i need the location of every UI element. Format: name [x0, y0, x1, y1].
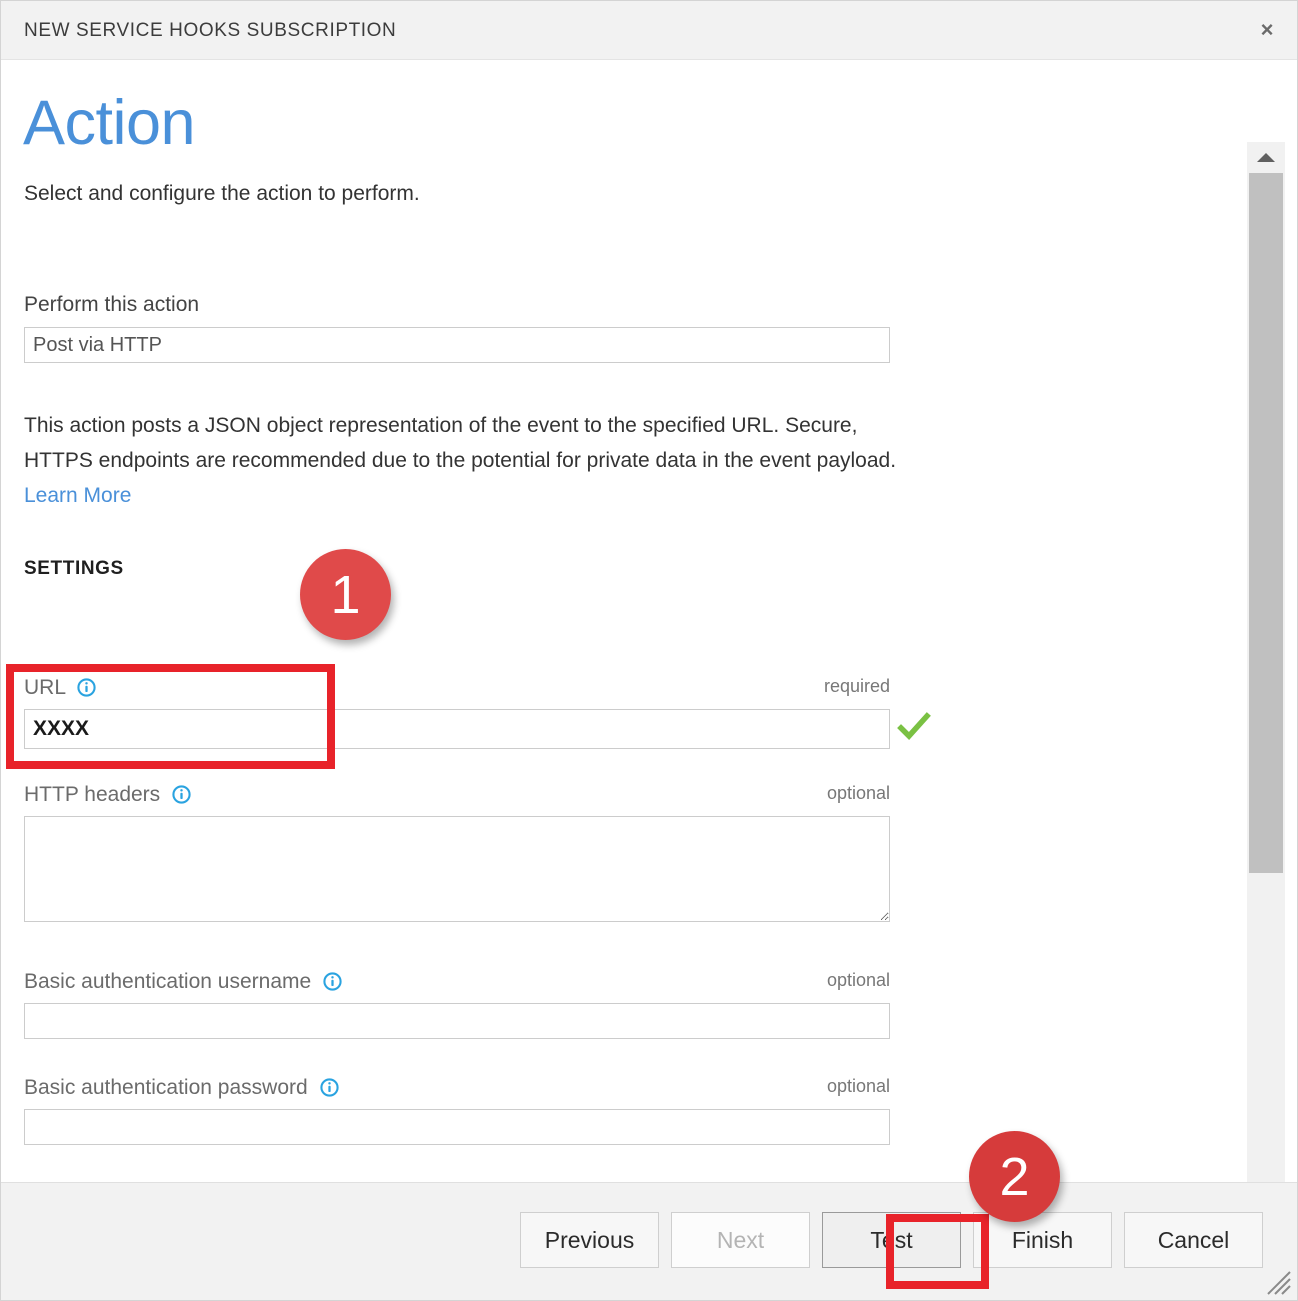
scrollbar-thumb[interactable]	[1249, 173, 1283, 873]
basic-auth-username-label-row: Basic authentication username optional	[24, 970, 890, 994]
action-description-text: This action posts a JSON object represen…	[24, 414, 896, 472]
footer-button-row: Previous Next Test Finish Cancel	[520, 1212, 1263, 1268]
http-headers-label-row: HTTP headers optional	[24, 783, 890, 807]
info-icon[interactable]	[77, 678, 96, 697]
http-headers-label: HTTP headers	[24, 783, 160, 806]
dialog-title: NEW SERVICE HOOKS SUBSCRIPTION	[24, 20, 396, 42]
basic-auth-password-label: Basic authentication password	[24, 1076, 308, 1099]
basic-auth-password-label-row: Basic authentication password optional	[24, 1076, 890, 1100]
http-headers-textarea[interactable]	[24, 816, 890, 922]
http-headers-group: HTTP headers optional	[24, 783, 890, 922]
info-icon[interactable]	[320, 1078, 339, 1097]
basic-auth-password-requirement-tag: optional	[827, 1076, 890, 1097]
basic-auth-username-group: Basic authentication username optional	[24, 970, 890, 1039]
url-label-row: URL required	[24, 676, 890, 700]
url-label: URL	[24, 676, 65, 699]
basic-auth-username-label: Basic authentication username	[24, 970, 311, 993]
url-requirement-tag: required	[824, 676, 890, 697]
basic-auth-password-group: Basic authentication password optional	[24, 1076, 890, 1145]
basic-auth-username-requirement-tag: optional	[827, 970, 890, 991]
perform-action-input[interactable]	[24, 327, 890, 363]
next-button: Next	[671, 1212, 810, 1268]
url-field-group: URL required	[24, 676, 890, 749]
resize-grip-icon[interactable]	[1266, 1270, 1292, 1296]
content-scrollbar[interactable]	[1247, 142, 1285, 1184]
http-headers-requirement-tag: optional	[827, 783, 890, 804]
close-icon[interactable]: ×	[1249, 13, 1285, 47]
finish-button[interactable]: Finish	[973, 1212, 1112, 1268]
basic-auth-password-input[interactable]	[24, 1109, 890, 1145]
cancel-button[interactable]: Cancel	[1124, 1212, 1263, 1268]
dialog-content-scroll-area: Action Select and configure the action t…	[1, 60, 1297, 1184]
test-button[interactable]: Test	[822, 1212, 961, 1268]
new-service-hooks-subscription-dialog: NEW SERVICE HOOKS SUBSCRIPTION × Action …	[0, 0, 1298, 1301]
learn-more-link[interactable]: Learn More	[24, 484, 131, 507]
dialog-titlebar: NEW SERVICE HOOKS SUBSCRIPTION ×	[1, 1, 1297, 60]
chevron-up-icon[interactable]	[1247, 142, 1285, 173]
page-title: Action	[23, 92, 195, 155]
dialog-footer: Previous Next Test Finish Cancel	[1, 1182, 1297, 1300]
info-icon[interactable]	[172, 785, 191, 804]
action-description: This action posts a JSON object represen…	[24, 408, 904, 513]
perform-action-group: Perform this action	[24, 293, 890, 363]
info-icon[interactable]	[323, 972, 342, 991]
settings-heading: SETTINGS	[24, 558, 124, 580]
perform-action-label: Perform this action	[24, 293, 890, 317]
green-check-icon	[897, 710, 931, 744]
page-subtitle: Select and configure the action to perfo…	[24, 182, 420, 206]
url-input[interactable]	[24, 709, 890, 749]
previous-button[interactable]: Previous	[520, 1212, 659, 1268]
basic-auth-username-input[interactable]	[24, 1003, 890, 1039]
